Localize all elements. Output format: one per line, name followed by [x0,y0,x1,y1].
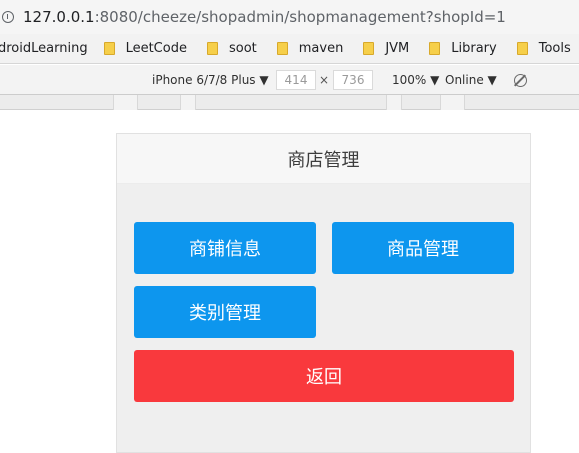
bookmark-item[interactable]: Tools [516,41,571,56]
media-query-segment[interactable] [440,95,465,110]
url-path: :8080/cheeze/shopadmin/shopmanagement?sh… [94,8,506,26]
back-button[interactable]: 返回 [134,350,514,402]
device-toolbar: iPhone 6/7/8 Plus ▼ 414 × 736 100% ▼ Onl… [0,65,579,95]
folder-icon [103,42,115,55]
info-icon[interactable] [2,11,14,23]
media-query-bar[interactable] [0,95,579,110]
network-throttle-select[interactable]: Online ▼ [445,73,497,87]
product-management-button[interactable]: 商品管理 [332,222,514,274]
bookmark-item[interactable]: soot [206,41,257,56]
folder-icon [516,42,528,55]
bookmark-item[interactable]: LeetCode [103,41,187,56]
bookmark-item[interactable]: Library [429,41,497,56]
folder-icon [363,42,375,55]
shop-info-button[interactable]: 商铺信息 [134,222,316,274]
bookmark-label: soot [228,41,257,56]
bookmark-item[interactable]: JVM [363,41,409,56]
page-viewport: 商店管理 商铺信息 商品管理 类别管理 返回 [0,111,579,453]
bookmark-label: droidLearning [0,41,88,56]
dimension-separator: × [319,72,330,87]
folder-icon [429,42,441,55]
bookmark-label: Tools [538,41,571,56]
media-query-segment[interactable] [386,95,402,110]
rotate-icon[interactable] [514,74,527,87]
zoom-select[interactable]: 100% ▼ [392,73,439,87]
bookmark-label: Library [451,41,497,56]
media-query-segment[interactable] [180,95,196,110]
bookmark-label: LeetCode [125,41,187,56]
device-select[interactable]: iPhone 6/7/8 Plus ▼ [152,73,269,87]
bookmark-item[interactable]: droidLearning [0,41,88,56]
bookmarks-bar: droidLearning LeetCode soot maven JVM Li… [0,34,579,64]
url-host: 127.0.0.1 [23,8,95,26]
address-bar[interactable]: 127.0.0.1:8080/cheeze/shopadmin/shopmana… [0,0,579,34]
page-title: 商店管理 [117,134,530,184]
url-text[interactable]: 127.0.0.1:8080/cheeze/shopadmin/shopmana… [23,8,506,26]
bookmark-label: maven [298,41,344,56]
media-query-segment[interactable] [113,95,138,110]
bookmark-item[interactable]: maven [276,41,344,56]
shop-management-panel: 商店管理 商铺信息 商品管理 类别管理 返回 [116,133,531,453]
bookmark-label: JVM [385,41,410,56]
category-management-button[interactable]: 类别管理 [134,286,316,338]
viewport-height-input[interactable]: 736 [333,70,373,90]
viewport-width-input[interactable]: 414 [276,70,316,90]
folder-icon [276,42,288,55]
folder-icon [206,42,218,55]
